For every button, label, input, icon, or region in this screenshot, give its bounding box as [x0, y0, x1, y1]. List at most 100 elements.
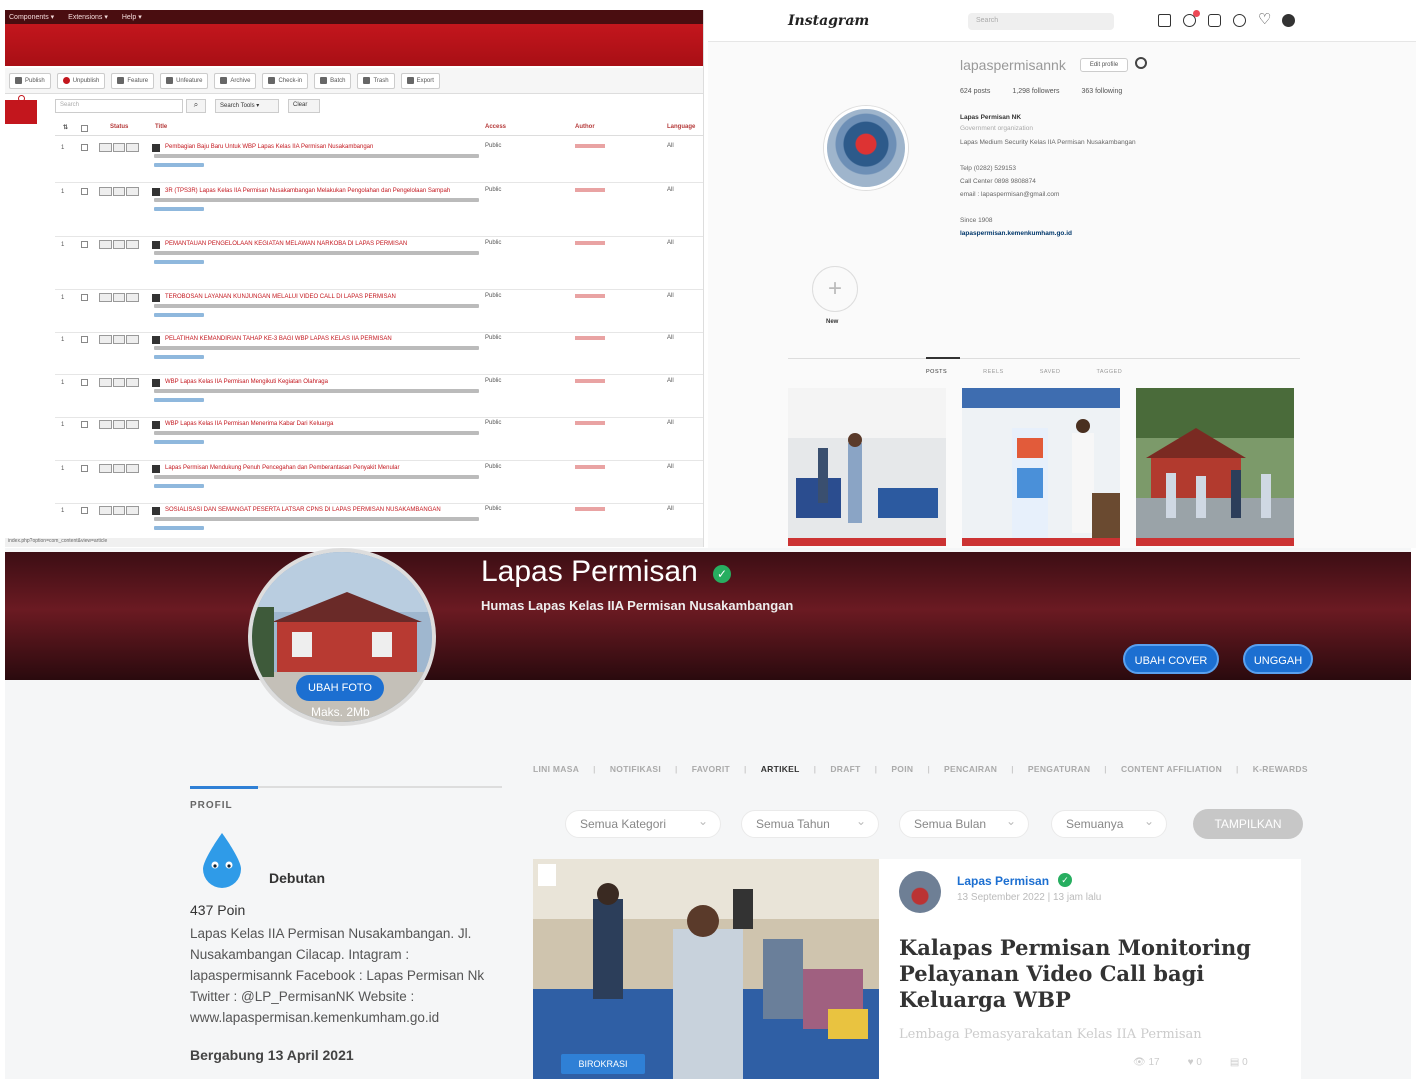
- article-author[interactable]: [575, 336, 605, 340]
- tab-tagged[interactable]: TAGGED: [1096, 369, 1122, 375]
- article-author[interactable]: [575, 421, 605, 425]
- row-status-controls[interactable]: [99, 187, 140, 196]
- trash-button[interactable]: Trash: [357, 72, 395, 89]
- profile-avatar-icon[interactable]: [1282, 14, 1295, 27]
- col-language[interactable]: Language: [667, 124, 695, 130]
- row-checkbox[interactable]: [81, 465, 88, 472]
- article-title-link[interactable]: WBP Lapas Kelas IIA Permisan Mengikuti K…: [165, 378, 480, 387]
- article-category[interactable]: [154, 207, 204, 211]
- article-title-link[interactable]: TEROBOSAN LAYANAN KUNJUNGAN MELALUI VIDE…: [165, 293, 480, 302]
- type-filter[interactable]: Semuanya: [1051, 808, 1167, 838]
- select-all-checkbox[interactable]: [81, 125, 88, 132]
- article-author[interactable]: [575, 188, 605, 192]
- article-title-link[interactable]: 3R (TPS3R) Lapas Kelas IIA Permisan Nusa…: [165, 187, 480, 196]
- feature-button[interactable]: Feature: [111, 72, 155, 89]
- export-button[interactable]: Export: [400, 72, 440, 89]
- row-status-controls[interactable]: [99, 378, 140, 387]
- new-post-icon[interactable]: [1208, 14, 1221, 27]
- chevron-down-icon[interactable]: ⌄: [850, 15, 857, 24]
- article-category[interactable]: [154, 526, 204, 530]
- post-thumbnail[interactable]: [788, 388, 946, 546]
- article-category[interactable]: [154, 163, 204, 167]
- col-author[interactable]: Author: [575, 124, 595, 130]
- archive-button[interactable]: Archive: [214, 72, 257, 89]
- table-row[interactable]: 1 PELATIHAN KEMANDIRIAN TAHAP KE-3 BAGI W…: [55, 333, 703, 375]
- tab-content-affiliation[interactable]: CONTENT AFFILIATION: [1121, 764, 1222, 774]
- heart-icon[interactable]: ♡: [1258, 10, 1271, 28]
- menu-extensions[interactable]: Extensions ▾: [68, 13, 108, 21]
- batch-button[interactable]: Batch: [314, 72, 352, 89]
- table-row[interactable]: 1 TEROBOSAN LAYANAN KUNJUNGAN MELALUI VID…: [55, 291, 703, 333]
- row-status-controls[interactable]: [99, 240, 140, 249]
- row-status-controls[interactable]: [99, 335, 140, 344]
- checkin-button[interactable]: Check-in: [262, 72, 309, 89]
- category-badge[interactable]: BIROKRASI: [561, 1054, 645, 1074]
- col-status[interactable]: Status: [110, 124, 128, 130]
- tab-posts[interactable]: POSTS: [926, 369, 947, 375]
- table-row[interactable]: 1 3R (TPS3R) Lapas Kelas IIA Permisan Nus…: [55, 185, 703, 237]
- search-button[interactable]: ⌕: [186, 99, 206, 113]
- article-title-link[interactable]: SOSIALISASI DAN SEMANGAT PESERTA LATSAR …: [165, 506, 480, 515]
- author-name[interactable]: Lapas Permisan: [957, 874, 1049, 888]
- messenger-icon[interactable]: [1183, 10, 1200, 27]
- article-author[interactable]: [575, 507, 605, 511]
- sort-icon[interactable]: ⇅: [63, 124, 68, 131]
- table-row[interactable]: 1 Lapas Permisan Mendukung Penuh Pencegah…: [55, 462, 703, 504]
- show-button[interactable]: TAMPILKAN: [1193, 809, 1303, 839]
- row-checkbox[interactable]: [81, 336, 88, 343]
- explore-icon[interactable]: [1233, 14, 1246, 27]
- row-checkbox[interactable]: [81, 294, 88, 301]
- table-row[interactable]: 1 WBP Lapas Kelas IIA Permisan Menerima K…: [55, 418, 703, 461]
- table-row[interactable]: 1 Pembagian Baju Baru Untuk WBP Lapas Kel…: [55, 141, 703, 183]
- new-highlight-button[interactable]: +: [812, 266, 858, 312]
- profile-avatar[interactable]: [824, 106, 908, 190]
- author-avatar[interactable]: [899, 871, 941, 913]
- home-icon[interactable]: [1158, 14, 1171, 27]
- following-count[interactable]: 363 following: [1081, 88, 1122, 95]
- row-status-controls[interactable]: [99, 464, 140, 473]
- article-category[interactable]: [154, 260, 204, 264]
- row-checkbox[interactable]: [81, 144, 88, 151]
- article-thumbnail[interactable]: [533, 859, 879, 1079]
- tab-reels[interactable]: REELS: [983, 369, 1004, 375]
- tab-k-rewards[interactable]: K-REWARDS: [1253, 764, 1308, 774]
- unpublish-button[interactable]: Unpublish: [56, 72, 106, 89]
- clear-button[interactable]: Clear: [288, 99, 320, 113]
- sidebar-active-item[interactable]: [5, 100, 37, 124]
- menu-help[interactable]: Help ▾: [122, 13, 142, 21]
- publish-button[interactable]: Publish: [9, 72, 51, 89]
- settings-gear-icon[interactable]: [1135, 57, 1147, 69]
- tab-poin[interactable]: POIN: [891, 764, 913, 774]
- article-category[interactable]: [154, 313, 204, 317]
- change-cover-button[interactable]: UBAH COVER: [1123, 644, 1219, 674]
- post-thumbnail[interactable]: [1136, 388, 1294, 546]
- article-category[interactable]: [154, 398, 204, 402]
- tab-pencairan[interactable]: PENCAIRAN: [944, 764, 997, 774]
- search-input[interactable]: Search: [968, 13, 1114, 30]
- col-access[interactable]: Access: [485, 124, 506, 130]
- article-title[interactable]: Kalapas Permisan Monitoring Pelayanan Vi…: [899, 935, 1289, 1013]
- article-category[interactable]: [154, 355, 204, 359]
- row-checkbox[interactable]: [81, 379, 88, 386]
- tab-lini-masa[interactable]: LINI MASA: [533, 764, 579, 774]
- article-card[interactable]: BIROKRASI Lapas Permisan ✓ 13 September …: [533, 859, 1301, 1079]
- article-title-link[interactable]: PEMANTAUAN PENGELOLAAN KEGIATAN MELAWAN …: [165, 240, 480, 249]
- category-filter[interactable]: Semua Kategori: [565, 808, 721, 838]
- row-status-controls[interactable]: [99, 143, 140, 152]
- row-checkbox[interactable]: [81, 507, 88, 514]
- edit-profile-button[interactable]: Edit profile: [1080, 58, 1128, 72]
- article-title-link[interactable]: Lapas Permisan Mendukung Penuh Pencegaha…: [165, 464, 480, 473]
- row-status-controls[interactable]: [99, 506, 140, 515]
- bio-link[interactable]: lapaspermisan.kemenkumham.go.id: [960, 230, 1072, 237]
- article-author[interactable]: [575, 465, 605, 469]
- row-checkbox[interactable]: [81, 188, 88, 195]
- article-title-link[interactable]: Pembagian Baju Baru Untuk WBP Lapas Kela…: [165, 143, 480, 152]
- article-category[interactable]: [154, 440, 204, 444]
- article-author[interactable]: [575, 294, 605, 298]
- menu-components[interactable]: Components ▾: [9, 13, 54, 21]
- article-author[interactable]: [575, 144, 605, 148]
- article-author[interactable]: [575, 379, 605, 383]
- posts-count[interactable]: 624 posts: [960, 88, 990, 95]
- tab-artikel[interactable]: ARTIKEL: [761, 764, 800, 774]
- unfeature-button[interactable]: Unfeature: [160, 72, 209, 89]
